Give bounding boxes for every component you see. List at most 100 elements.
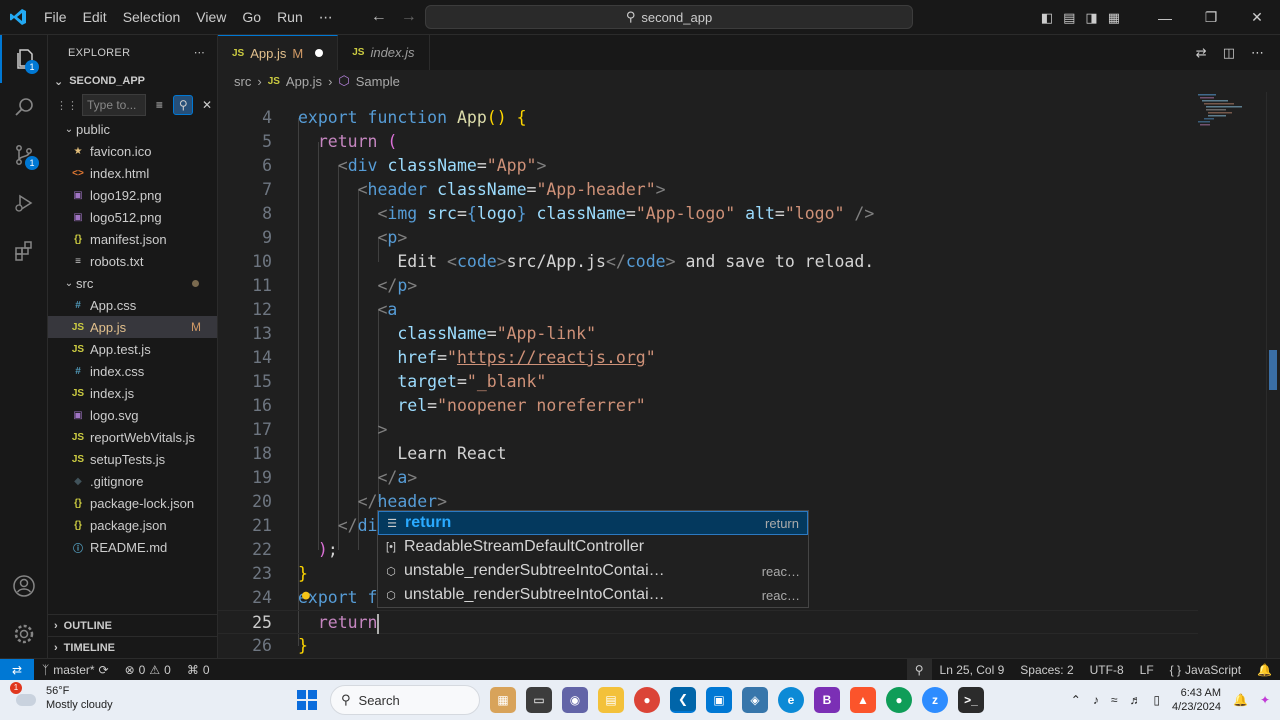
split-editor-icon[interactable]: ◫ (1223, 45, 1235, 61)
tab-index-js[interactable]: JS index.js (338, 35, 430, 70)
ports-indicator[interactable]: ⌘ 0 (179, 663, 218, 677)
file-item[interactable]: JS setupTests.js (48, 448, 217, 470)
language-mode[interactable]: { } JavaScript (1162, 663, 1249, 677)
suggestion-item[interactable]: ⬡ unstable_renderSubtreeIntoContai… reac… (378, 559, 808, 583)
cursor-position[interactable]: Ln 25, Col 9 (932, 663, 1013, 677)
git-branch[interactable]: ᛉ master* ⟳ (34, 663, 117, 677)
suggestion-item[interactable]: ⬡ unstable_renderSubtreeIntoContai… reac… (378, 583, 808, 607)
taskbar-search[interactable]: ⚲ Search (330, 685, 480, 715)
timeline-section[interactable]: › TIMELINE (48, 636, 217, 658)
menu-go[interactable]: Go (234, 0, 269, 35)
outline-section[interactable]: › OUTLINE (48, 614, 217, 636)
file-item[interactable]: # App.css (48, 294, 217, 316)
encoding[interactable]: UTF-8 (1082, 663, 1132, 677)
menu-view[interactable]: View (188, 0, 234, 35)
minimize-button[interactable]: — (1142, 0, 1188, 35)
file-item[interactable]: ★ favicon.ico (48, 140, 217, 162)
file-item[interactable]: <> index.html (48, 162, 217, 184)
vertical-scrollbar[interactable] (1266, 92, 1280, 658)
customize-layout-icon[interactable]: ▦ (1108, 10, 1120, 26)
menu-file[interactable]: File (36, 0, 75, 35)
file-item[interactable]: JS index.js (48, 382, 217, 404)
accounts-icon[interactable] (0, 562, 48, 610)
file-item[interactable]: {} package.json (48, 514, 217, 536)
close-filter-icon[interactable]: ✕ (197, 95, 217, 115)
microphone-icon[interactable]: ♪ (1093, 693, 1099, 707)
unsaved-dot-icon[interactable] (315, 49, 324, 57)
toggle-panel-icon[interactable]: ▤ (1063, 10, 1075, 26)
chrome-icon[interactable]: ● (634, 687, 660, 713)
more-actions-icon[interactable]: ⋯ (194, 46, 205, 59)
search-icon[interactable] (0, 83, 48, 131)
chrome-profile-icon[interactable]: ● (886, 687, 912, 713)
breadcrumb-src[interactable]: src (234, 74, 251, 89)
folder-src[interactable]: ⌄ src (48, 272, 217, 294)
wifi-icon[interactable]: ≈ (1111, 693, 1118, 707)
file-item[interactable]: JS App.test.js (48, 338, 217, 360)
file-item[interactable]: {} manifest.json (48, 228, 217, 250)
store-icon[interactable]: ▣ (706, 687, 732, 713)
run-debug-icon[interactable] (0, 179, 48, 227)
teams-chat-icon[interactable]: ◉ (562, 687, 588, 713)
file-item[interactable]: ▣ logo512.png (48, 206, 217, 228)
clock[interactable]: 6:43 AM 4/23/2024 (1172, 686, 1221, 714)
explorer-icon[interactable]: 1 (0, 35, 48, 83)
menu-selection[interactable]: Selection (115, 0, 189, 35)
vscode-taskbar-icon[interactable]: ❮ (670, 687, 696, 713)
widgets-icon[interactable]: ▦ (490, 687, 516, 713)
file-explorer-icon[interactable]: ▤ (598, 687, 624, 713)
close-window-button[interactable]: ✕ (1234, 0, 1280, 35)
suggestion-item[interactable]: [•] ReadableStreamDefaultController (378, 535, 808, 559)
notifications-bell-icon[interactable]: 🔔 (1249, 663, 1280, 677)
open-changes-icon[interactable]: ⇄ (1196, 45, 1207, 61)
weather-widget[interactable]: 1 56°F Mostly cloudy (10, 682, 113, 712)
restore-button[interactable]: ❐ (1188, 0, 1234, 35)
file-item[interactable]: {} package-lock.json (48, 492, 217, 514)
notification-icon[interactable]: 🔔 (1233, 693, 1248, 707)
menu-more[interactable]: ⋯ (311, 0, 341, 35)
extensions-icon[interactable] (0, 227, 48, 275)
file-item[interactable]: JS reportWebVitals.js (48, 426, 217, 448)
back-arrow-icon[interactable]: ← (371, 8, 387, 26)
suggestion-item[interactable]: ☰ return return (378, 511, 808, 535)
brave-icon[interactable]: ▲ (850, 687, 876, 713)
chevron-up-icon[interactable]: ⌃ (1071, 693, 1081, 707)
volume-icon[interactable]: ♬ (1129, 693, 1141, 707)
breadcrumb-symbol[interactable]: Sample (356, 74, 400, 89)
copilot-icon[interactable]: ✦ (1260, 693, 1270, 707)
filter-options-icon[interactable]: ≡ (150, 95, 170, 115)
remote-indicator-icon[interactable]: ⇄ (0, 658, 34, 681)
file-item[interactable]: ▣ logo192.png (48, 184, 217, 206)
toggle-secondary-sidebar-icon[interactable]: ◨ (1085, 10, 1097, 26)
tab-app-js[interactable]: JS App.js M (218, 35, 339, 70)
drag-handle-icon[interactable]: ⋮⋮ (56, 99, 78, 112)
app-b-icon[interactable]: B (814, 687, 840, 713)
manage-gear-icon[interactable] (0, 610, 48, 658)
file-item[interactable]: ◆ .gitignore (48, 470, 217, 492)
breadcrumb-file[interactable]: App.js (286, 74, 322, 89)
command-center-search[interactable]: ⚲ second_app (425, 5, 913, 29)
file-item[interactable]: ⓘ README.md (48, 536, 217, 558)
toggle-primary-sidebar-icon[interactable]: ◧ (1041, 10, 1053, 26)
python-icon[interactable]: ◈ (742, 687, 768, 713)
edge-icon[interactable]: e (778, 687, 804, 713)
menu-edit[interactable]: Edit (75, 0, 115, 35)
project-section-header[interactable]: ⌄ SECOND_APP (48, 70, 217, 92)
minimap[interactable] (1198, 92, 1242, 132)
end-of-line[interactable]: LF (1132, 663, 1162, 677)
file-item[interactable]: ▣ logo.svg (48, 404, 217, 426)
zoom-icon[interactable]: ⚲ (906, 659, 932, 681)
terminal-icon[interactable]: >_ (958, 687, 984, 713)
forward-arrow-icon[interactable]: → (401, 8, 417, 26)
problems-indicator[interactable]: ⊗ 0 ⚠ 0 (117, 663, 179, 677)
source-control-icon[interactable]: 1 (0, 131, 48, 179)
task-view-icon[interactable]: ▭ (526, 687, 552, 713)
zoom-app-icon[interactable]: z (922, 687, 948, 713)
fuzzy-match-icon[interactable]: ⚲ (173, 95, 194, 115)
filter-input[interactable]: Type to... (82, 94, 146, 116)
scrollbar-thumb[interactable] (1269, 350, 1277, 390)
file-item[interactable]: ≡ robots.txt (48, 250, 217, 272)
indentation[interactable]: Spaces: 2 (1012, 663, 1081, 677)
battery-icon[interactable]: ▯ (1153, 693, 1160, 707)
more-actions-icon[interactable]: ⋯ (1251, 45, 1264, 61)
